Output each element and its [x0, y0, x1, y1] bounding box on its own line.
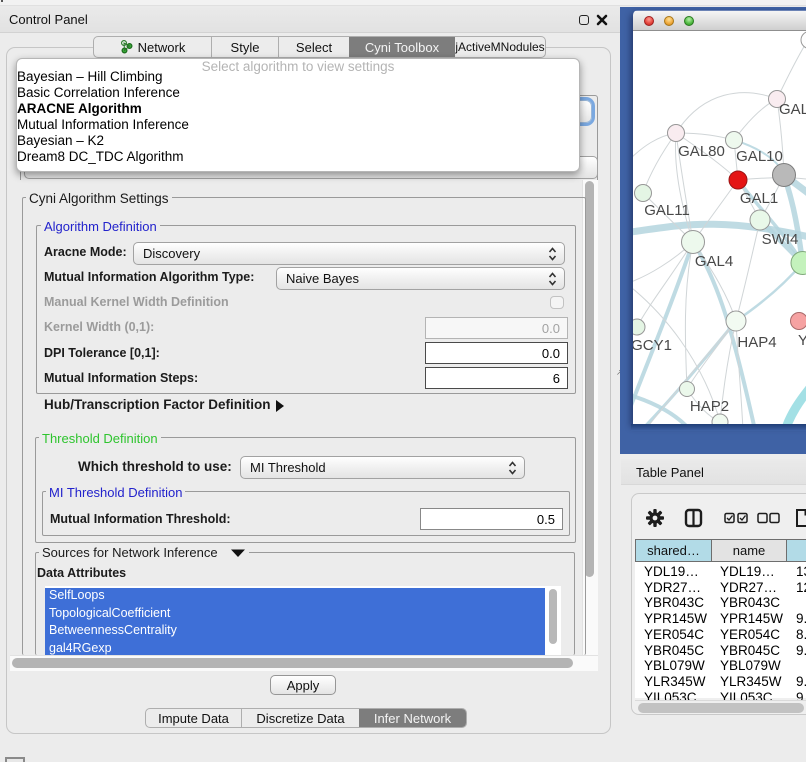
svg-text:Y: Y: [798, 332, 806, 349]
svg-text:HAP4: HAP4: [737, 334, 776, 351]
svg-text:GAL10: GAL10: [736, 148, 783, 165]
svg-text:GAL1: GAL1: [740, 190, 778, 207]
svg-text:GAL4: GAL4: [695, 253, 733, 270]
svg-text:SWI4: SWI4: [762, 231, 799, 248]
svg-text:GAL11: GAL11: [644, 202, 690, 219]
svg-text:HAP2: HAP2: [690, 398, 729, 415]
svg-text:GAL: GAL: [779, 101, 806, 118]
svg-text:GCY1: GCY1: [633, 337, 672, 354]
svg-text:GAL80: GAL80: [678, 143, 725, 160]
